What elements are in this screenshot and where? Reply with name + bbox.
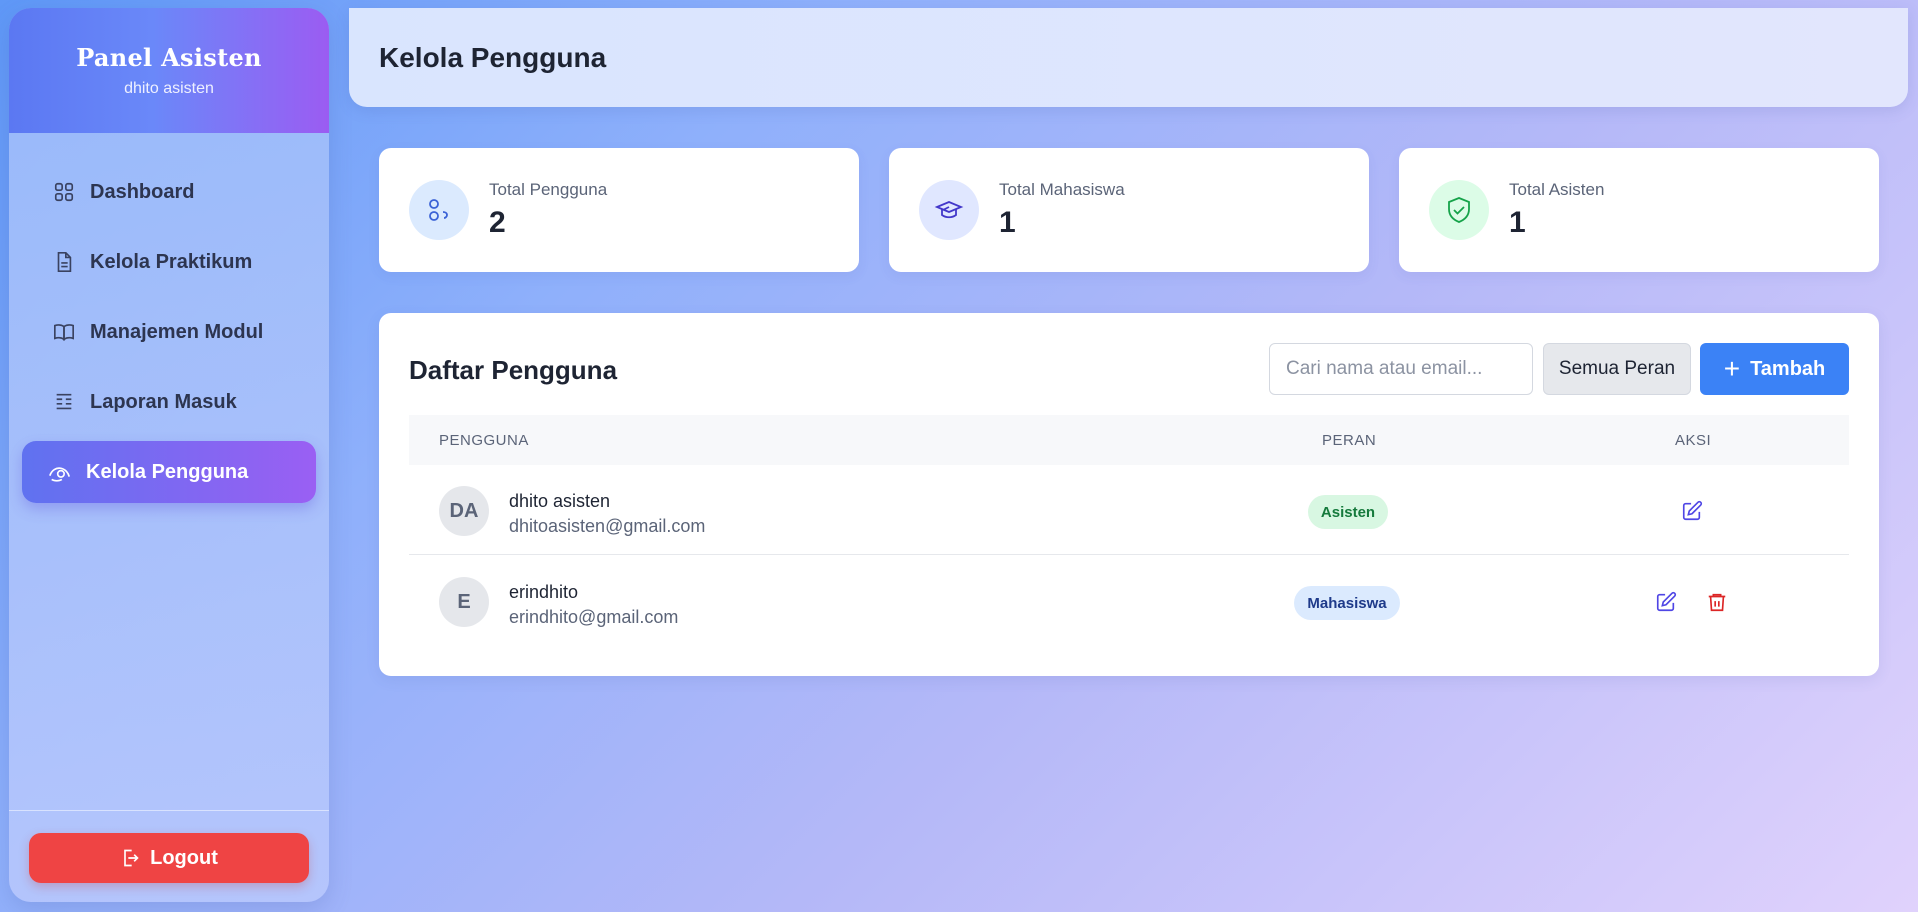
edit-icon[interactable] <box>1653 589 1679 615</box>
logout-button[interactable]: Logout <box>29 833 309 883</box>
users-panel-title: Daftar Pengguna <box>409 355 618 385</box>
sidebar-item-label: Kelola Praktikum <box>90 250 253 273</box>
users-icon <box>409 180 469 240</box>
column-header-aksi: AKSI <box>1675 432 1712 449</box>
add-user-button[interactable]: + Tambah <box>1700 343 1849 395</box>
stat-label: Total Asisten <box>1509 180 1605 199</box>
role-badge: Mahasiswa <box>1294 586 1400 620</box>
column-header-pengguna: PENGGUNA <box>439 432 529 449</box>
stat-value: 1 <box>1509 206 1526 239</box>
sidebar-header: Panel Asisten dhito asisten <box>9 8 329 133</box>
table-header: PENGGUNA PERAN AKSI <box>409 415 1849 465</box>
shield-check-icon <box>1429 180 1489 240</box>
stat-value: 2 <box>489 206 506 239</box>
stat-value: 1 <box>999 206 1016 239</box>
sidebar-item-kelola-praktikum[interactable]: Kelola Praktikum <box>22 231 316 293</box>
page-header: Kelola Pengguna <box>349 8 1908 107</box>
logout-icon <box>120 848 140 868</box>
graduation-cap-icon <box>919 180 979 240</box>
user-email: erindhito@gmail.com <box>509 607 679 627</box>
stat-label: Total Pengguna <box>489 180 608 199</box>
logout-label: Logout <box>150 846 218 869</box>
users-panel: Daftar Pengguna Semua Peran + Tambah PEN… <box>379 313 1879 676</box>
sidebar-item-label: Kelola Pengguna <box>86 460 249 483</box>
avatar: E <box>439 577 489 627</box>
sidebar-item-kelola-pengguna[interactable]: Kelola Pengguna <box>22 441 316 503</box>
sidebar-item-label: Dashboard <box>90 180 195 203</box>
sidebar: Panel Asisten dhito asisten Dashboard Ke… <box>9 8 329 902</box>
stat-label: Total Mahasiswa <box>999 180 1125 199</box>
stat-card-total-asisten: Total Asisten 1 <box>1399 148 1879 272</box>
role-filter-select[interactable]: Semua Peran <box>1543 343 1691 395</box>
sidebar-username: dhito asisten <box>124 80 214 97</box>
avatar: DA <box>439 486 489 536</box>
user-email: dhitoasisten@gmail.com <box>509 516 706 536</box>
edit-icon[interactable] <box>1679 498 1705 524</box>
user-name: dhito asisten <box>509 491 611 511</box>
table-row: E erindhito erindhito@gmail.com Mahasisw… <box>409 556 1849 646</box>
column-header-peran: PERAN <box>1322 432 1377 449</box>
users-icon <box>48 460 72 484</box>
page-title: Kelola Pengguna <box>379 41 607 73</box>
document-icon <box>52 250 76 274</box>
sidebar-item-label: Manajemen Modul <box>90 320 264 343</box>
sidebar-divider <box>9 810 329 811</box>
stat-card-total-mahasiswa: Total Mahasiswa 1 <box>889 148 1369 272</box>
trash-icon[interactable] <box>1704 589 1730 615</box>
user-name: erindhito <box>509 582 579 602</box>
sidebar-nav: Dashboard Kelola Praktikum Manajemen Mod… <box>9 133 329 503</box>
role-badge: Asisten <box>1308 495 1388 529</box>
grid-icon <box>52 180 76 204</box>
sidebar-item-dashboard[interactable]: Dashboard <box>22 161 316 223</box>
plus-icon: + <box>1723 353 1741 384</box>
table-row: DA dhito asisten dhitoasisten@gmail.com … <box>409 465 1849 555</box>
sidebar-item-laporan-masuk[interactable]: Laporan Masuk <box>22 371 316 433</box>
stat-card-total-pengguna: Total Pengguna 2 <box>379 148 859 272</box>
search-input[interactable] <box>1269 343 1533 395</box>
add-user-label: Tambah <box>1750 357 1826 380</box>
sidebar-title: Panel Asisten <box>76 43 262 72</box>
sidebar-item-label: Laporan Masuk <box>90 390 237 413</box>
book-icon <box>52 320 76 344</box>
sidebar-item-manajemen-modul[interactable]: Manajemen Modul <box>22 301 316 363</box>
report-list-icon <box>52 390 76 414</box>
